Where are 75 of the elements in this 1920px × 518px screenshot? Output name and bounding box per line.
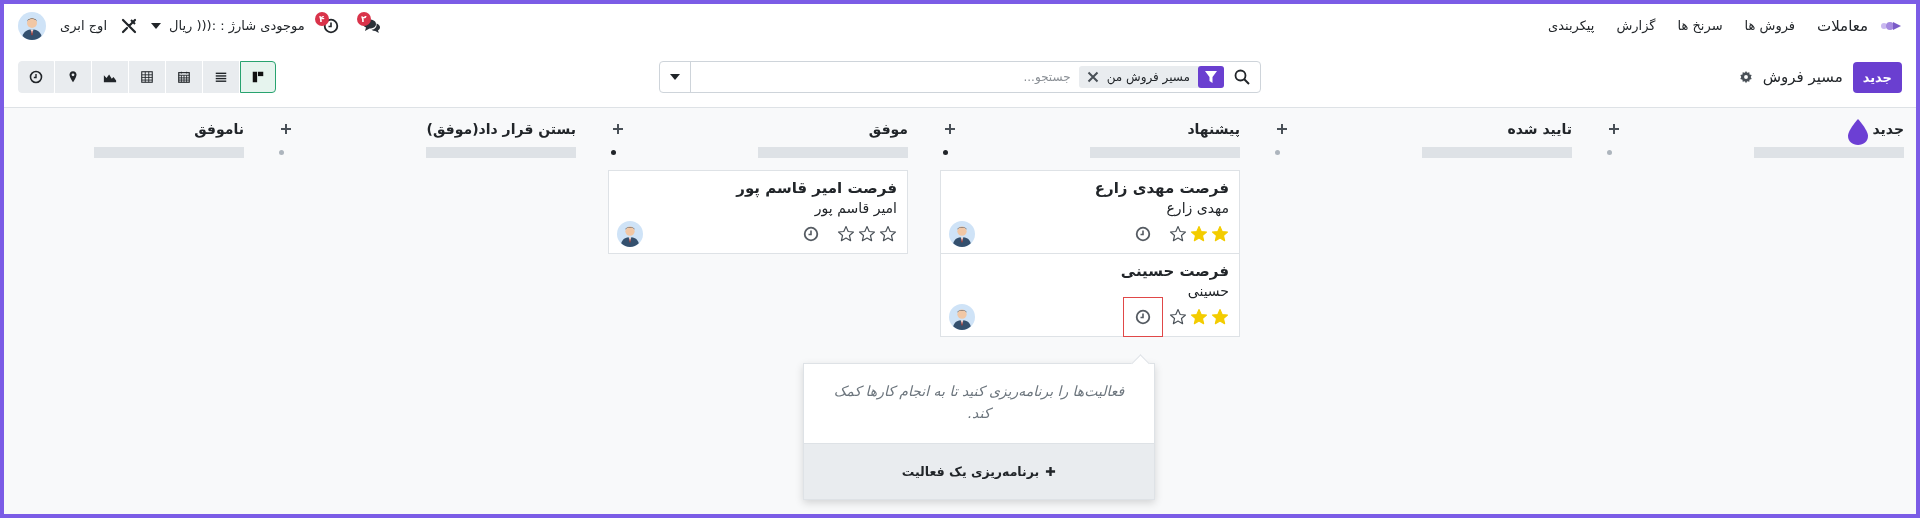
empty-star-icon[interactable]	[879, 225, 897, 243]
kanban-card[interactable]: فرصت حسینی حسینی	[940, 253, 1240, 337]
schedule-activity-button[interactable]: برنامه‌ریزی یک فعالیت	[804, 442, 1154, 499]
search-icon[interactable]	[1234, 69, 1250, 85]
breadcrumb[interactable]: مسیر فروش	[1762, 68, 1843, 86]
column-title: جدید	[1872, 121, 1904, 137]
kanban-card[interactable]: فرصت مهدی زارع مهدی زارع	[940, 170, 1240, 254]
menu-item[interactable]: گزارش	[1616, 18, 1656, 33]
kanban-icon	[251, 70, 265, 84]
add-icon[interactable]	[944, 123, 956, 135]
app-name[interactable]: معاملات	[1817, 16, 1868, 35]
empty-star-icon[interactable]	[1169, 225, 1187, 243]
filter-facet[interactable]: مسیر فروش من	[1078, 66, 1224, 88]
clock-icon	[803, 226, 819, 242]
filled-star-icon[interactable]	[1211, 308, 1229, 326]
activity-button[interactable]	[1123, 297, 1163, 337]
caret-icon	[670, 74, 680, 80]
column-title: پیشنهاد	[1187, 121, 1240, 137]
column-title: بستن قرار داد(موفق)	[426, 121, 576, 137]
count-badge: ۴	[314, 11, 329, 26]
new-button[interactable]: جدید	[1852, 61, 1902, 93]
filled-star-icon[interactable]	[1211, 225, 1229, 243]
count-badge: ۲	[356, 11, 371, 26]
card-title: فرصت مهدی زارع	[1093, 179, 1229, 197]
caret-icon	[151, 22, 161, 29]
user-avatar[interactable]	[949, 304, 975, 330]
plus-icon	[1045, 465, 1057, 477]
filter-icon	[1198, 66, 1224, 88]
add-icon[interactable]	[612, 123, 624, 135]
app-logo-icon[interactable]	[1880, 19, 1902, 32]
menu-item[interactable]: سرنخ ها	[1677, 18, 1723, 33]
card-title: فرصت امیر قاسم پور	[734, 179, 897, 197]
list-icon	[214, 70, 228, 84]
table-icon	[140, 70, 154, 84]
empty-star-icon[interactable]	[858, 225, 876, 243]
calendar-icon	[177, 70, 191, 84]
add-icon[interactable]	[1608, 123, 1620, 135]
clock-icon	[29, 70, 43, 84]
clock-icon	[1135, 226, 1151, 242]
user-avatar[interactable]	[617, 221, 643, 247]
list-view-button[interactable]	[203, 61, 239, 93]
graph-view-button[interactable]	[92, 61, 128, 93]
user-avatar[interactable]	[18, 11, 46, 40]
kanban-view-button[interactable]	[240, 61, 276, 93]
add-icon[interactable]	[280, 123, 292, 135]
empty-star-icon[interactable]	[1169, 308, 1187, 326]
menu-item[interactable]: پیکربندی	[1547, 18, 1595, 33]
empty-activity-message: فعالیت‌ها را برنامه‌ریزی کنید تا به انجام کارها کمک کند.	[832, 382, 1126, 424]
filled-star-icon[interactable]	[1190, 308, 1208, 326]
filled-star-icon[interactable]	[1190, 225, 1208, 243]
activity-view-button[interactable]	[18, 61, 54, 93]
add-icon[interactable]	[1276, 123, 1288, 135]
empty-star-icon[interactable]	[837, 225, 855, 243]
calendar-view-button[interactable]	[166, 61, 202, 93]
messages-button[interactable]: ۲	[356, 13, 385, 38]
contact-name: امیر قاسم پور	[813, 200, 897, 216]
search-field[interactable]: مسیر فروش من جستجو...	[659, 61, 1261, 93]
pivot-view-button[interactable]	[129, 61, 165, 93]
column-title: موفق	[868, 121, 908, 137]
facet-label: مسیر فروش من	[1106, 70, 1190, 84]
column-title: تایید شده	[1507, 121, 1572, 137]
contact-name: حسینی	[1186, 283, 1229, 299]
column-title: ناموفق	[194, 121, 244, 137]
contact-name: مهدی زارع	[1165, 200, 1229, 216]
tour-drop-icon[interactable]	[1846, 118, 1871, 146]
tools-icon[interactable]	[121, 17, 137, 34]
map-view-button[interactable]	[55, 61, 91, 93]
menu-item[interactable]: فروش ها	[1744, 18, 1796, 33]
clock-icon	[1135, 309, 1151, 325]
close-icon[interactable]	[1086, 71, 1099, 83]
kanban-card[interactable]: فرصت امیر قاسم پور امیر قاسم پور	[608, 170, 908, 254]
company-name[interactable]: اوج ابری	[60, 18, 107, 33]
card-title: فرصت حسینی	[1119, 262, 1229, 280]
user-avatar[interactable]	[949, 221, 975, 247]
settings-icon[interactable]	[1738, 70, 1753, 84]
